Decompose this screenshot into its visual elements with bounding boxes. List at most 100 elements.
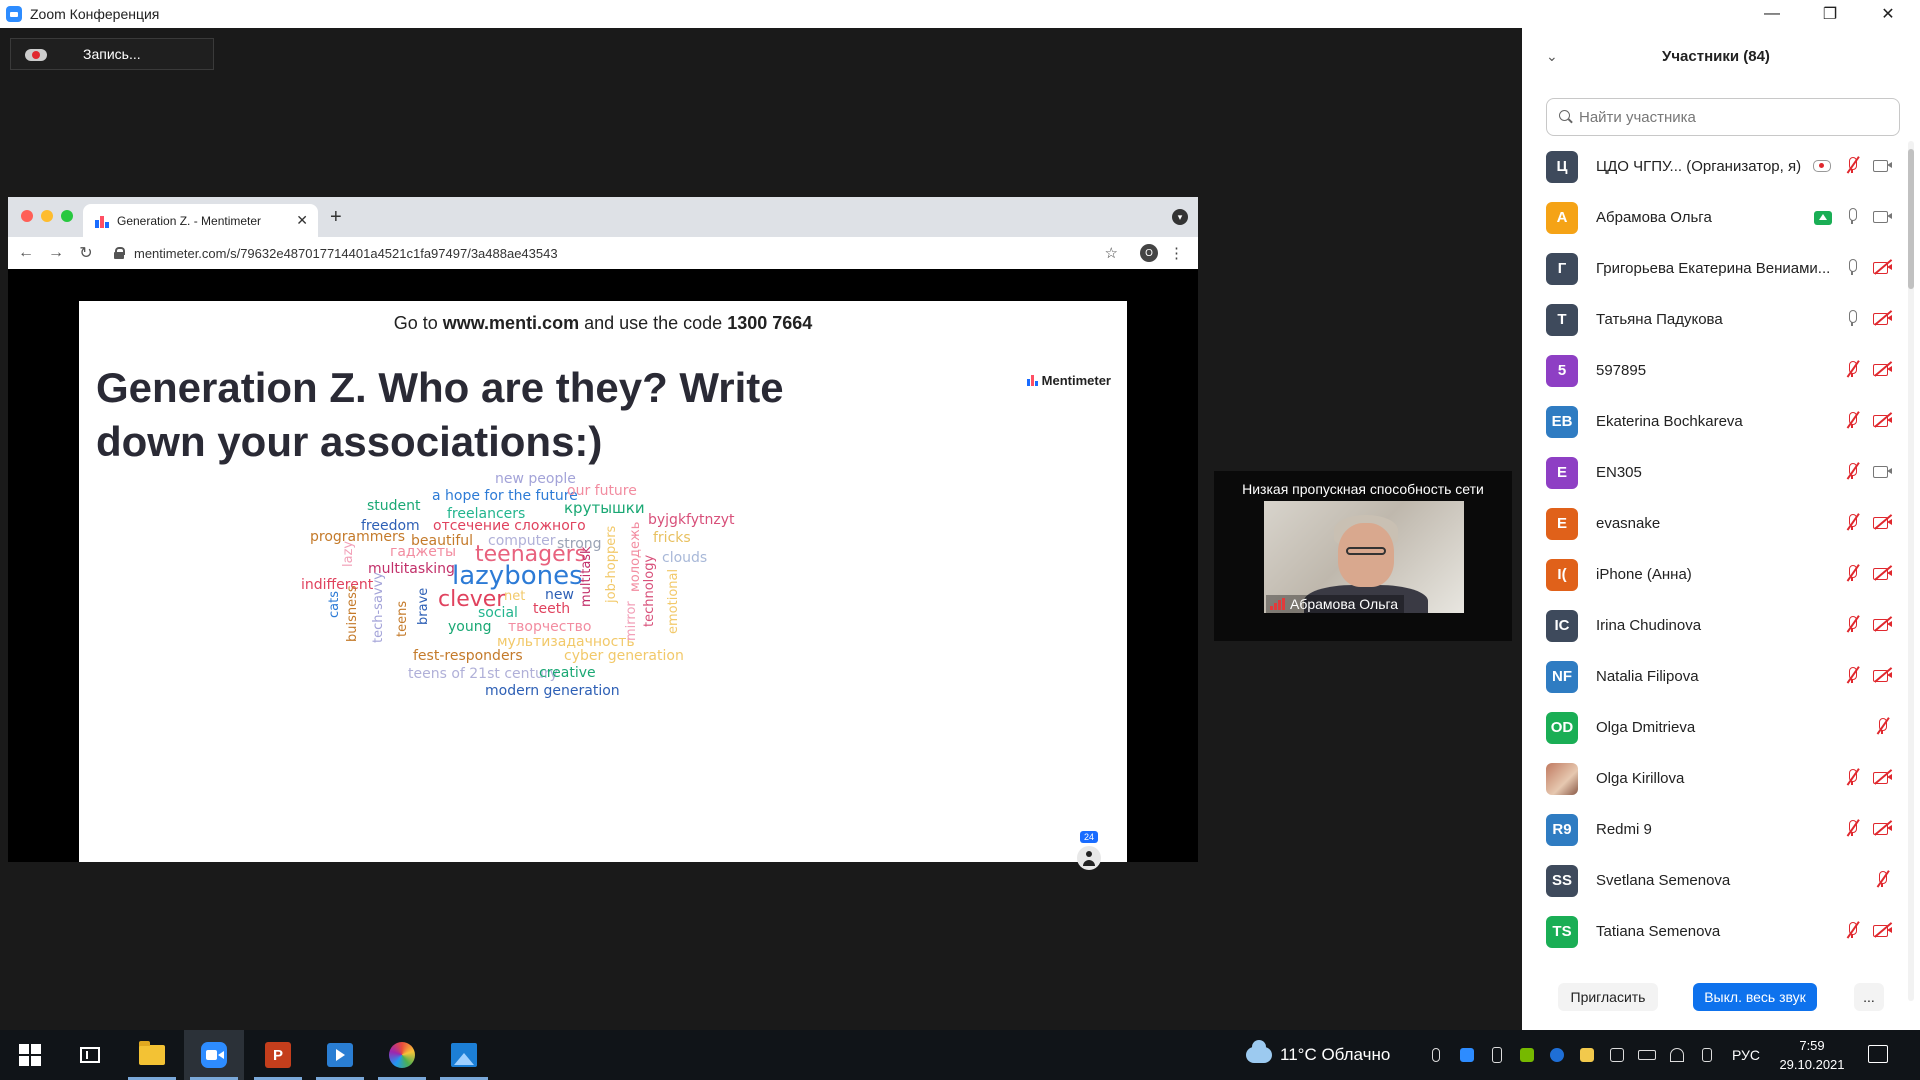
- task-view-button[interactable]: [60, 1030, 120, 1080]
- microphone-muted-icon: [1842, 665, 1862, 685]
- photos-icon: [451, 1043, 477, 1067]
- browser-minimize-dot[interactable]: [41, 210, 53, 222]
- participant-search-input[interactable]: [1579, 108, 1879, 126]
- browser-tabstrip: Generation Z. - Mentimeter ✕ + ▾: [8, 197, 1198, 237]
- word-cloud-word: multitask: [579, 546, 594, 607]
- participant-row[interactable]: Ц ЦДО ЧГПУ... (Организатор, я): [1522, 141, 1902, 192]
- zoom-tray-icon[interactable]: [1456, 1030, 1478, 1080]
- word-cloud-word: programmers: [310, 529, 406, 545]
- participant-row[interactable]: NF Natalia Filipova: [1522, 651, 1902, 702]
- reload-button[interactable]: ↻: [74, 243, 98, 263]
- minimize-button[interactable]: —: [1743, 0, 1801, 28]
- participant-row[interactable]: IC Irina Chudinova: [1522, 600, 1902, 651]
- taskbar-paint[interactable]: [372, 1030, 432, 1080]
- participant-row[interactable]: Г Григорьева Екатерина Вениами...: [1522, 243, 1902, 294]
- back-button[interactable]: ←: [14, 244, 38, 262]
- notifications-icon[interactable]: [1868, 1045, 1888, 1063]
- wifi-tray-icon[interactable]: [1666, 1030, 1688, 1080]
- mute-all-button[interactable]: Выкл. весь звук: [1693, 983, 1817, 1011]
- microphone-icon: [1842, 206, 1862, 226]
- microphone-tray-icon[interactable]: [1426, 1030, 1446, 1080]
- taskbar-zoom[interactable]: [184, 1030, 244, 1080]
- taskbar-clock[interactable]: 7:59 29.10.2021: [1772, 1036, 1852, 1074]
- word-cloud-word: отсечение сложного: [433, 518, 586, 534]
- recording-indicator[interactable]: Запись...: [10, 38, 214, 70]
- participant-row[interactable]: EB Ekaterina Bochkareva: [1522, 396, 1902, 447]
- bluetooth-tray-icon[interactable]: [1546, 1030, 1568, 1080]
- clock-time: 7:59: [1799, 1038, 1825, 1053]
- word-cloud-word: student: [367, 498, 421, 514]
- security-tray-icon[interactable]: [1576, 1030, 1598, 1080]
- participant-avatar: А: [1546, 201, 1578, 234]
- invite-button[interactable]: Пригласить: [1558, 983, 1658, 1011]
- word-cloud-word: fricks: [653, 530, 691, 546]
- participant-row[interactable]: R9 Redmi 9: [1522, 804, 1902, 855]
- microphone-icon: [1842, 257, 1862, 277]
- forward-button[interactable]: →: [44, 244, 68, 262]
- word-cloud-word: a hope for the future: [432, 488, 578, 504]
- tab-search-icon[interactable]: ▾: [1172, 209, 1188, 225]
- participant-status: [1842, 359, 1892, 379]
- network-offline-tray-icon[interactable]: [1606, 1030, 1628, 1080]
- participant-name: Ekaterina Bochkareva: [1596, 413, 1743, 430]
- address-bar[interactable]: mentimeter.com/s/79632e487017714401a4521…: [114, 246, 558, 261]
- word-cloud-word: teens: [395, 600, 410, 637]
- browser-close-dot[interactable]: [21, 210, 33, 222]
- participant-avatar: NF: [1546, 660, 1578, 693]
- microphone-muted-icon: [1842, 155, 1862, 175]
- participant-count-badge: 24: [1080, 831, 1098, 843]
- participant-row[interactable]: Т Татьяна Падукова: [1522, 294, 1902, 345]
- browser-tab-mentimeter[interactable]: Generation Z. - Mentimeter ✕: [83, 204, 318, 237]
- participant-row[interactable]: I(iPhone (Анна): [1522, 549, 1902, 600]
- microphone-muted-icon: [1872, 869, 1892, 889]
- language-indicator[interactable]: РУС: [1728, 1030, 1764, 1080]
- browser-menu-icon[interactable]: ⋮: [1169, 244, 1184, 262]
- word-cloud-word: mirror: [624, 601, 639, 641]
- taskbar-file-explorer[interactable]: [122, 1030, 182, 1080]
- restore-button[interactable]: ❐: [1801, 0, 1859, 28]
- participant-row[interactable]: E EN305: [1522, 447, 1902, 498]
- usb-tray-icon[interactable]: [1486, 1030, 1508, 1080]
- participant-avatar: EB: [1546, 405, 1578, 438]
- microphone-muted-icon: [1842, 818, 1862, 838]
- weather-widget[interactable]: 11°C Облачно: [1246, 1030, 1390, 1080]
- browser-zoom-dot[interactable]: [61, 210, 73, 222]
- participant-name: EN305: [1596, 464, 1642, 481]
- participant-status: [1814, 206, 1892, 226]
- screen-share-icon: [1814, 210, 1832, 225]
- participant-row[interactable]: Olga Kirillova: [1522, 753, 1902, 804]
- participant-row[interactable]: 5 597895: [1522, 345, 1902, 396]
- word-cloud-word: young: [448, 619, 492, 635]
- new-tab-button[interactable]: +: [330, 206, 342, 229]
- url-text: mentimeter.com/s/79632e487017714401a4521…: [134, 245, 558, 261]
- participant-avatar: OD: [1546, 711, 1578, 744]
- collapse-chevron-icon[interactable]: ⌄: [1546, 48, 1558, 65]
- battery-tray-icon[interactable]: [1636, 1030, 1658, 1080]
- participant-row[interactable]: Eevasnake: [1522, 498, 1902, 549]
- volume-tray-icon[interactable]: [1696, 1030, 1718, 1080]
- active-speaker-thumbnail[interactable]: Низкая пропускная способность сети Абрам…: [1214, 471, 1512, 641]
- participant-search[interactable]: [1546, 98, 1900, 136]
- participant-row[interactable]: SS Svetlana Semenova: [1522, 855, 1902, 906]
- participant-name: Григорьева Екатерина Вениами...: [1596, 260, 1831, 277]
- close-window-button[interactable]: ✕: [1859, 0, 1917, 28]
- camera-off-icon: [1872, 512, 1892, 532]
- participant-avatar: E: [1546, 456, 1578, 489]
- more-options-button[interactable]: ...: [1854, 983, 1884, 1011]
- bookmark-star-icon[interactable]: ☆: [1105, 244, 1118, 262]
- zoom-icon: [201, 1042, 227, 1068]
- nvidia-tray-icon[interactable]: [1516, 1030, 1538, 1080]
- taskbar-video-editor[interactable]: [310, 1030, 370, 1080]
- participant-row[interactable]: А Абрамова Ольга: [1522, 192, 1902, 243]
- tab-close-icon[interactable]: ✕: [296, 212, 308, 229]
- taskbar-powerpoint[interactable]: P: [248, 1030, 308, 1080]
- start-button[interactable]: [0, 1030, 60, 1080]
- camera-off-icon: [1872, 563, 1892, 583]
- participants-scrollbar[interactable]: [1908, 141, 1914, 1001]
- word-cloud-word: emotional: [666, 568, 681, 634]
- participant-row[interactable]: TS Tatiana Semenova: [1522, 906, 1902, 957]
- participant-row[interactable]: OD Olga Dmitrieva: [1522, 702, 1902, 753]
- microphone-icon: [1842, 308, 1862, 328]
- extension-icon[interactable]: O: [1140, 244, 1158, 262]
- taskbar-photos[interactable]: [434, 1030, 494, 1080]
